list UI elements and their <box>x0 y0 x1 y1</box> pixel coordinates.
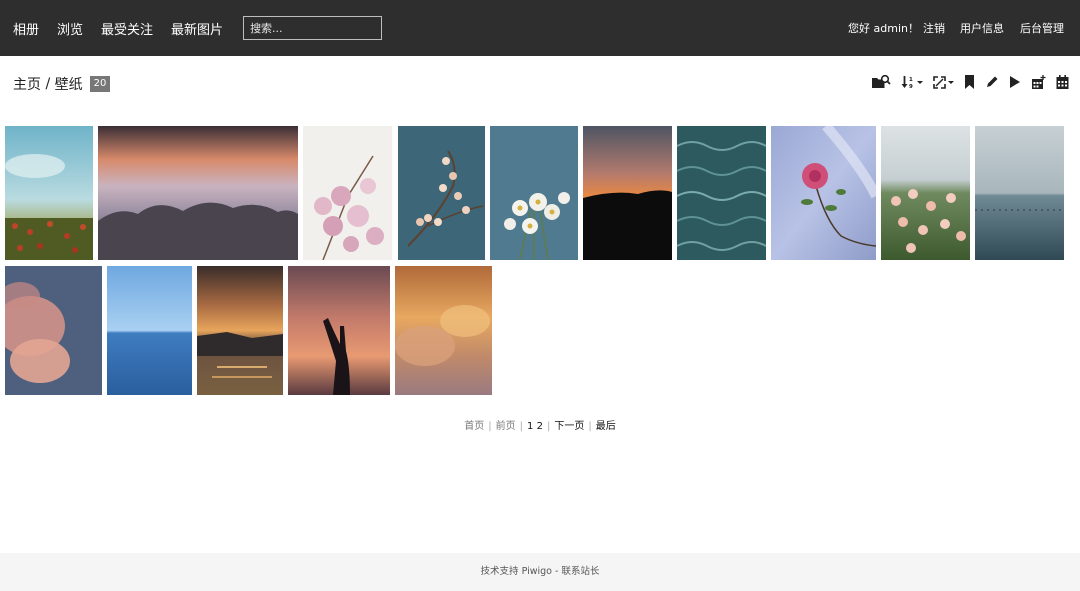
logout-link[interactable]: 注销 <box>923 20 945 36</box>
top-navbar: 相册 浏览 最受关注 最新图片 您好 admin！ 注销 用户信息 后台管理 <box>0 0 1080 56</box>
pagination-first: 首页 <box>464 421 485 432</box>
thumbnail-sea-waves[interactable] <box>677 126 766 260</box>
thumbnail-blossom-teal[interactable] <box>398 126 485 260</box>
bookmark-icon[interactable] <box>964 75 975 89</box>
album-toolbar: 1 9 <box>861 71 1069 93</box>
breadcrumb: 主页 / 壁纸 20 <box>13 72 111 96</box>
thumbnail-sunset-sea[interactable] <box>197 266 283 395</box>
thumbnail-sunset-clouds[interactable] <box>98 126 298 260</box>
chevron-down-icon <box>917 80 923 84</box>
admin-link[interactable]: 后台管理 <box>1020 20 1064 36</box>
nav-albums[interactable]: 相册 <box>13 19 39 38</box>
breadcrumb-home[interactable]: 主页 <box>13 74 41 94</box>
thumbnail-hand-sunset[interactable] <box>288 266 390 395</box>
pagination-separator: | <box>519 421 524 432</box>
chevron-down-icon <box>948 80 954 84</box>
photo-size-icon[interactable] <box>933 75 954 89</box>
nav-most-visited[interactable]: 最受关注 <box>101 19 153 38</box>
pagination-separator: | <box>488 421 492 432</box>
edit-icon[interactable] <box>985 75 999 89</box>
nav-right: 您好 admin！ 注销 用户信息 后台管理 <box>848 0 1064 56</box>
pagination-next[interactable]: 下一页 <box>554 421 584 432</box>
calendar-posted-icon[interactable] <box>1031 74 1046 90</box>
pagination-pages[interactable]: 1 2 <box>527 421 543 432</box>
search-input[interactable] <box>243 16 383 40</box>
pagination-last[interactable]: 最后 <box>596 421 616 432</box>
thumbnail-roses-bush[interactable] <box>881 126 970 260</box>
thumbnail-blue-sea[interactable] <box>107 266 192 395</box>
slideshow-icon[interactable] <box>1009 75 1021 89</box>
pagination-separator: | <box>588 421 592 432</box>
footer: 技术支持 Piwigo - 联系站长 <box>0 553 1080 591</box>
thumbnail-white-flowers-teal[interactable] <box>490 126 578 260</box>
greeting-text: 您好 admin！ <box>848 22 919 35</box>
thumbnail-pink-blossom-light[interactable] <box>303 126 392 260</box>
nav-recent-photos[interactable]: 最新图片 <box>171 19 223 38</box>
pagination: 首页 | 前页 | 1 2 | 下一页 | 最后 <box>0 417 1080 432</box>
thumbnail-field-sky[interactable] <box>5 126 93 260</box>
footer-text: 技术支持 Piwigo - 联系站长 <box>480 566 600 577</box>
thumbnail-orange-sunset-hill[interactable] <box>583 126 672 260</box>
calendar-icon[interactable] <box>1056 75 1069 89</box>
user-info-link[interactable]: 用户信息 <box>960 20 1004 36</box>
photo-count-badge: 20 <box>89 76 111 92</box>
sort-icon[interactable]: 1 9 <box>901 75 923 89</box>
pagination-separator: | <box>546 421 551 432</box>
thumbnail-pink-rose-sky[interactable] <box>771 126 876 260</box>
search-album-icon[interactable] <box>871 74 891 90</box>
pagination-prev: 前页 <box>495 421 516 432</box>
breadcrumb-album: 壁纸 <box>54 77 83 93</box>
svg-text:1: 1 <box>909 77 913 83</box>
thumbnail-calm-sea[interactable] <box>975 126 1064 260</box>
thumbnail-pink-clouds[interactable] <box>5 266 102 395</box>
nav-left: 相册 浏览 最受关注 最新图片 <box>13 0 383 56</box>
thumbnail-golden-clouds[interactable] <box>395 266 492 395</box>
svg-text:9: 9 <box>909 84 913 89</box>
nav-browse[interactable]: 浏览 <box>57 19 83 38</box>
breadcrumb-separator: / <box>41 76 55 92</box>
